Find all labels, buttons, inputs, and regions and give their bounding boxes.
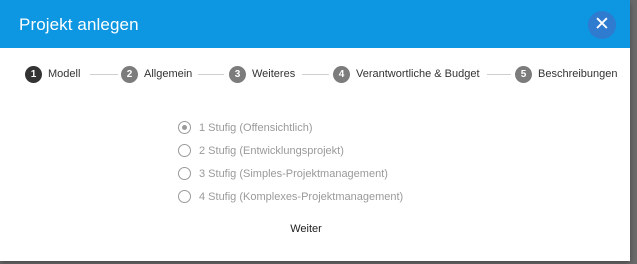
radio-button[interactable] <box>178 144 191 157</box>
step-label: Verantwortliche & Budget <box>356 68 480 80</box>
radio-button[interactable] <box>178 190 191 203</box>
stepper: 1 Modell 2 Allgemein 3 Weiteres 4 Verant… <box>0 64 630 86</box>
step-connector <box>198 74 224 75</box>
model-radio-group: 1 Stufig (Offensichtlich) 2 Stufig (Entw… <box>178 116 403 208</box>
step-number: 1 <box>25 65 42 83</box>
radio-label: 1 Stufig (Offensichtlich) <box>199 121 313 134</box>
next-button[interactable]: Weiter <box>282 219 330 239</box>
radio-button-checked[interactable] <box>178 121 191 134</box>
step-connector <box>302 74 329 75</box>
step-connector <box>90 74 118 75</box>
step-label: Weiteres <box>252 68 296 80</box>
step-allgemein[interactable]: 2 Allgemein <box>121 64 192 84</box>
radio-option-4-stufig[interactable]: 4 Stufig (Komplexes-Projektmanagement) <box>178 185 403 208</box>
step-verantwortliche-budget[interactable]: 4 Verantwortliche & Budget <box>333 64 480 84</box>
radio-button[interactable] <box>178 167 191 180</box>
radio-label: 4 Stufig (Komplexes-Projektmanagement) <box>199 190 404 203</box>
project-dialog: Projekt anlegen ✕ 1 Modell 2 Allgemein 3… <box>0 0 630 261</box>
step-beschreibungen[interactable]: 5 Beschreibungen <box>515 64 618 84</box>
step-number: 4 <box>333 65 350 83</box>
step-number: 5 <box>515 65 532 83</box>
step-modell[interactable]: 1 Modell <box>25 64 80 84</box>
radio-option-1-stufig[interactable]: 1 Stufig (Offensichtlich) <box>178 116 403 139</box>
step-weiteres[interactable]: 3 Weiteres <box>229 64 295 84</box>
step-label: Modell <box>48 68 81 80</box>
close-button[interactable]: ✕ <box>588 11 616 39</box>
step-connector <box>487 74 511 75</box>
radio-option-2-stufig[interactable]: 2 Stufig (Entwicklungsprojekt) <box>178 139 403 162</box>
step-number: 3 <box>229 65 246 83</box>
step-label: Allgemein <box>144 68 193 80</box>
step-label: Beschreibungen <box>538 68 618 80</box>
step-number: 2 <box>121 65 138 83</box>
dialog-title: Projekt anlegen <box>19 15 139 34</box>
radio-label: 3 Stufig (Simples-Projektmanagement) <box>199 167 388 180</box>
close-icon: ✕ <box>594 14 610 35</box>
dialog-header: Projekt anlegen ✕ <box>0 0 630 48</box>
radio-option-3-stufig[interactable]: 3 Stufig (Simples-Projektmanagement) <box>178 162 403 185</box>
radio-label: 2 Stufig (Entwicklungsprojekt) <box>199 144 344 157</box>
